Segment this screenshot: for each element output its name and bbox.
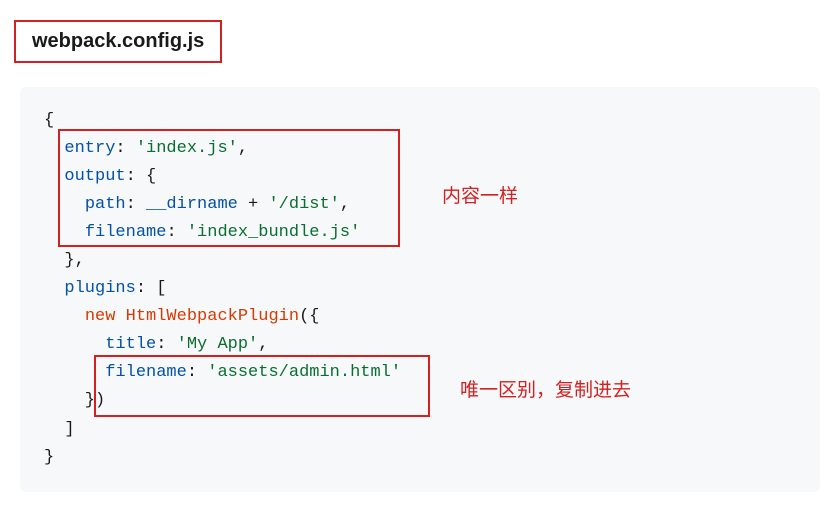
code-token: ({ bbox=[299, 307, 319, 326]
code-token bbox=[115, 307, 125, 326]
code-token: path bbox=[85, 195, 126, 214]
code-token: { bbox=[44, 111, 54, 130]
filename-text: webpack.config.js bbox=[32, 30, 204, 52]
code-token: : [ bbox=[136, 279, 167, 298]
code-token: ] bbox=[44, 420, 75, 439]
code-token: + bbox=[238, 195, 269, 214]
code-token: }) bbox=[44, 391, 105, 410]
code-token: , bbox=[258, 335, 268, 354]
code-token: : bbox=[156, 335, 176, 354]
code-token: entry bbox=[64, 139, 115, 158]
code-token: 'My App' bbox=[177, 335, 259, 354]
code-token: plugins bbox=[64, 279, 135, 298]
code-token: '/dist' bbox=[268, 195, 339, 214]
code-container: { entry: 'index.js', output: { path: __d… bbox=[20, 87, 820, 492]
code-token: } bbox=[44, 448, 54, 467]
code-token: : bbox=[126, 195, 146, 214]
code-token: : bbox=[115, 139, 135, 158]
code-token: , bbox=[238, 139, 248, 158]
code-token: new bbox=[85, 307, 116, 326]
code-token: output bbox=[64, 167, 125, 186]
code-token: : bbox=[166, 223, 186, 242]
code-token: title bbox=[105, 335, 156, 354]
code-token: __dirname bbox=[146, 195, 238, 214]
code-token: }, bbox=[44, 251, 85, 270]
code-block: { entry: 'index.js', output: { path: __d… bbox=[44, 107, 796, 472]
annotation-2: 唯一区别，复制进去 bbox=[460, 375, 631, 402]
filename-box: webpack.config.js bbox=[14, 20, 222, 63]
code-token: : { bbox=[126, 167, 157, 186]
code-token: filename bbox=[105, 363, 187, 382]
code-token: HtmlWebpackPlugin bbox=[126, 307, 299, 326]
code-token: 'index_bundle.js' bbox=[187, 223, 360, 242]
code-token: 'assets/admin.html' bbox=[207, 363, 401, 382]
annotation-1: 内容一样 bbox=[442, 181, 518, 208]
code-token: : bbox=[187, 363, 207, 382]
code-token: , bbox=[340, 195, 350, 214]
code-token: 'index.js' bbox=[136, 139, 238, 158]
code-token: filename bbox=[85, 223, 167, 242]
